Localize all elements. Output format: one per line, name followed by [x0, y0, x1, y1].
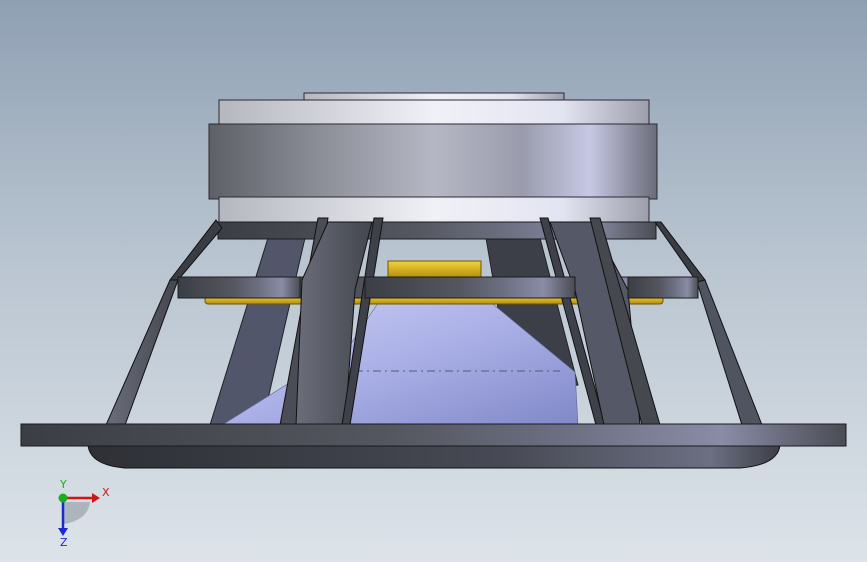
cad-viewport[interactable] — [0, 0, 867, 562]
triad-x-arrow-icon — [92, 493, 100, 503]
back-plate — [218, 196, 650, 223]
triad-y-label: Y — [59, 478, 67, 491]
triad-z-arrow-icon — [58, 528, 68, 536]
magnet-ring — [208, 123, 658, 200]
triad-shadow — [64, 502, 90, 524]
mounting-flange — [20, 423, 847, 469]
triad-z-label: Z — [60, 536, 68, 548]
top-plate — [218, 99, 650, 127]
triad-x-label: X — [102, 486, 110, 499]
orientation-triad[interactable]: X Y Z — [40, 478, 120, 548]
triad-y-axis-icon — [58, 493, 68, 503]
magnet-assembly[interactable] — [208, 92, 658, 223]
